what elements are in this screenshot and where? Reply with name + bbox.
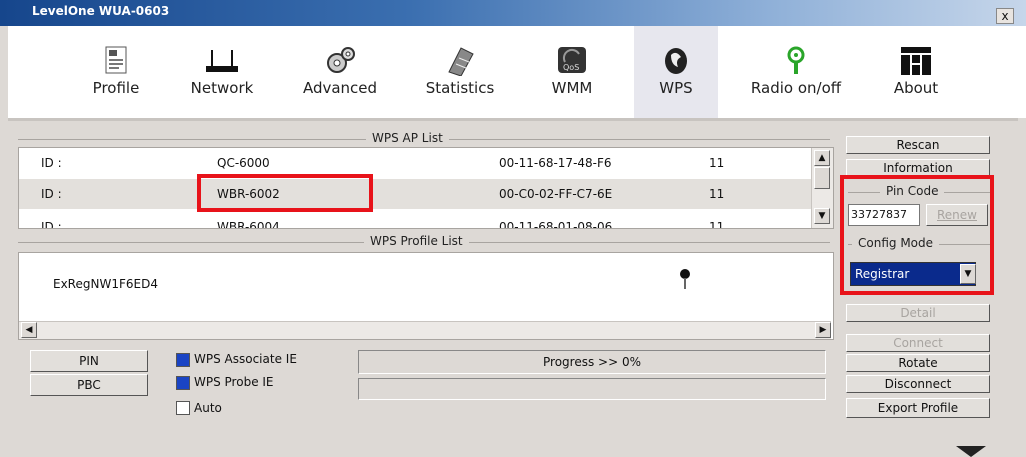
id-label: ID :	[41, 156, 62, 170]
tab-label: Profile	[92, 79, 140, 97]
tab-label: Network	[190, 79, 254, 97]
toolbar: Profile Network Advanced Statistics QoS …	[8, 26, 1026, 118]
highlight-box	[840, 175, 994, 295]
auto-checkbox[interactable]	[176, 401, 190, 415]
pin-button[interactable]: PIN	[30, 350, 148, 372]
connect-button[interactable]: Connect	[846, 334, 990, 352]
ap-name: QC-6000	[217, 156, 270, 170]
svg-text:QoS: QoS	[563, 63, 579, 72]
profile-list-hscrollbar[interactable]: ◀ ▶	[19, 321, 831, 339]
ap-channel: 11	[709, 220, 725, 229]
disconnect-button[interactable]: Disconnect	[846, 375, 990, 393]
detail-button[interactable]: Detail	[846, 304, 990, 322]
window-title: LevelOne WUA-0603	[32, 4, 170, 18]
title-bar: LevelOne WUA-0603 x	[0, 0, 1026, 26]
wps-profile-list-title: WPS Profile List	[364, 234, 469, 248]
progress-bar: Progress >> 0%	[358, 350, 826, 374]
close-button[interactable]: x	[996, 8, 1014, 24]
profile-icon	[105, 46, 127, 74]
tab-profile[interactable]: Profile	[76, 26, 156, 118]
scroll-left-icon[interactable]: ◀	[21, 322, 37, 338]
wps-associate-ie-label: WPS Associate IE	[194, 352, 297, 366]
tab-wps[interactable]: WPS	[634, 26, 718, 118]
id-label: ID :	[41, 187, 62, 201]
table-row[interactable]: ID : QC-6000 00-11-68-17-48-F6 11	[19, 148, 811, 178]
ap-mac: 00-11-68-17-48-F6	[499, 156, 612, 170]
wps-probe-ie-checkbox[interactable]	[176, 376, 190, 390]
wps-ap-list[interactable]: ID : QC-6000 00-11-68-17-48-F6 11 ID : W…	[18, 147, 834, 229]
scroll-up-icon[interactable]: ▲	[814, 150, 830, 166]
tab-label: About	[893, 79, 939, 97]
toolbar-divider	[8, 118, 1018, 121]
auto-label: Auto	[194, 401, 222, 415]
radio-icon	[787, 46, 805, 74]
rotate-button[interactable]: Rotate	[846, 354, 990, 372]
ap-list-scrollbar[interactable]: ▲ ▼	[811, 148, 833, 228]
wps-associate-ie-checkbox[interactable]	[176, 353, 190, 367]
tab-label: Advanced	[302, 79, 378, 97]
table-row[interactable]: ID : WBR-6002 00-C0-02-FF-C7-6E 11	[19, 179, 811, 209]
scroll-right-icon[interactable]: ▶	[815, 322, 831, 338]
network-icon	[206, 50, 238, 72]
tab-network[interactable]: Network	[180, 26, 264, 118]
statistics-icon	[448, 47, 474, 76]
progress-text: Progress >> 0%	[543, 355, 641, 369]
tab-radio-on-off[interactable]: Radio on/off	[740, 26, 852, 118]
highlight-box	[197, 174, 373, 212]
tab-wmm[interactable]: QoS WMM	[536, 26, 608, 118]
rescan-button[interactable]: Rescan	[846, 136, 990, 154]
tab-label: WMM	[551, 79, 593, 97]
tab-statistics[interactable]: Statistics	[408, 26, 512, 118]
key-icon	[680, 269, 690, 289]
profile-name: ExRegNW1F6ED4	[53, 277, 158, 291]
export-profile-button[interactable]: Export Profile	[846, 398, 990, 418]
ap-mac: 00-C0-02-FF-C7-6E	[499, 187, 613, 201]
tab-label: Statistics	[425, 79, 495, 97]
ap-channel: 11	[709, 156, 725, 170]
wps-ap-list-title: WPS AP List	[366, 131, 449, 145]
wps-icon	[665, 48, 687, 74]
about-icon	[901, 47, 931, 75]
app-window: LevelOne WUA-0603 x Profile Network Adva…	[0, 0, 1026, 457]
ap-mac: 00-11-68-01-08-06	[499, 220, 613, 229]
scroll-thumb[interactable]	[814, 167, 830, 189]
expand-arrow-icon[interactable]	[956, 446, 986, 457]
tab-advanced[interactable]: Advanced	[294, 26, 386, 118]
tab-label: WPS	[659, 79, 693, 97]
pbc-button[interactable]: PBC	[30, 374, 148, 396]
scroll-down-icon[interactable]: ▼	[814, 208, 830, 224]
status-field	[358, 378, 826, 400]
ap-name: WBR-6004	[217, 220, 280, 229]
tab-label: Radio on/off	[750, 79, 842, 97]
close-icon: x	[1001, 9, 1009, 23]
wps-profile-list[interactable]: ExRegNW1F6ED4 ◀ ▶	[18, 252, 834, 340]
wps-probe-ie-label: WPS Probe IE	[194, 375, 274, 389]
tab-about[interactable]: About	[880, 26, 952, 118]
ap-channel: 11	[709, 187, 725, 201]
table-row[interactable]: ID : WBR-6004 00-11-68-01-08-06 11	[19, 212, 811, 229]
id-label: ID :	[41, 220, 62, 229]
wmm-icon: QoS	[558, 47, 586, 73]
gear-icon	[327, 47, 355, 73]
